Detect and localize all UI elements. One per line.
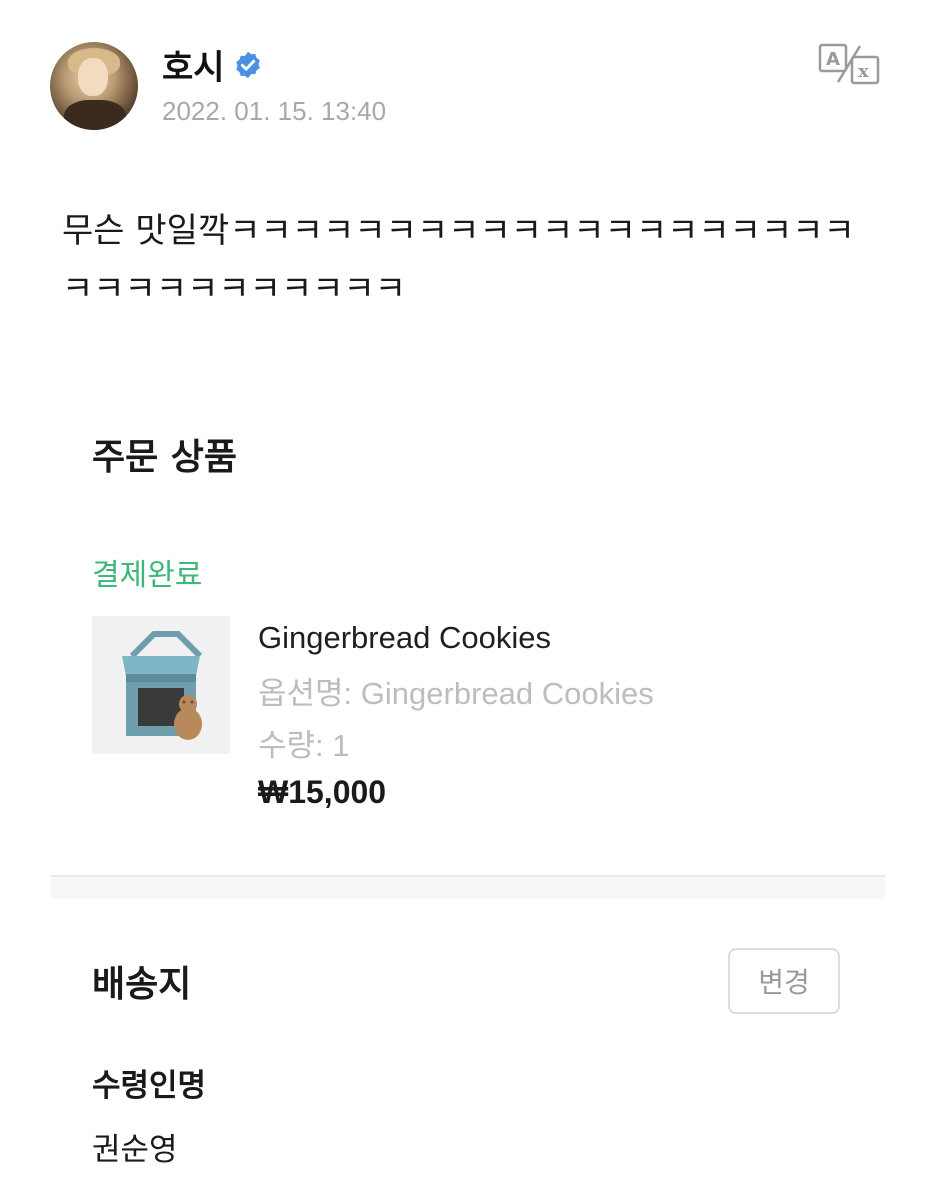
username-text: 호시 xyxy=(162,48,225,88)
product-thumbnail[interactable] xyxy=(92,616,230,754)
svg-text:A: A xyxy=(826,49,840,70)
avatar-collar xyxy=(64,100,126,130)
avatar[interactable] xyxy=(50,42,138,130)
recipient-label: 수령인명 xyxy=(92,1068,207,1104)
change-address-button[interactable]: 변경 xyxy=(728,948,840,1014)
avatar-face xyxy=(78,58,108,96)
order-section-title: 주문 상품 xyxy=(92,437,238,478)
cookie-box-image xyxy=(92,616,230,754)
verified-badge-icon xyxy=(235,51,260,78)
username[interactable]: 호시 xyxy=(162,40,263,89)
post-text: 무슨 맛일깍ㅋㅋㅋㅋㅋㅋㅋㅋㅋㅋㅋㅋㅋㅋㅋㅋㅋㅋㅋㅋㅋㅋㅋㅋㅋㅋㅋㅋㅋㅋㅋ xyxy=(62,211,855,309)
order-status: 결제완료 xyxy=(92,558,203,593)
product-price: ₩15,000 xyxy=(258,774,387,810)
section-divider xyxy=(50,875,885,899)
product-quantity: 수량: 1 xyxy=(258,728,350,763)
shipping-section-title: 배송지 xyxy=(92,964,192,1005)
post-timestamp: 2022. 01. 15. 13:40 xyxy=(162,96,387,126)
svg-text:x: x xyxy=(858,61,869,82)
recipient-name: 권순영 xyxy=(92,1132,178,1168)
product-option: 옵션명: Gingerbread Cookies xyxy=(258,676,654,711)
product-name[interactable]: Gingerbread Cookies xyxy=(258,620,551,656)
translate-icon[interactable]: A x xyxy=(818,42,882,86)
